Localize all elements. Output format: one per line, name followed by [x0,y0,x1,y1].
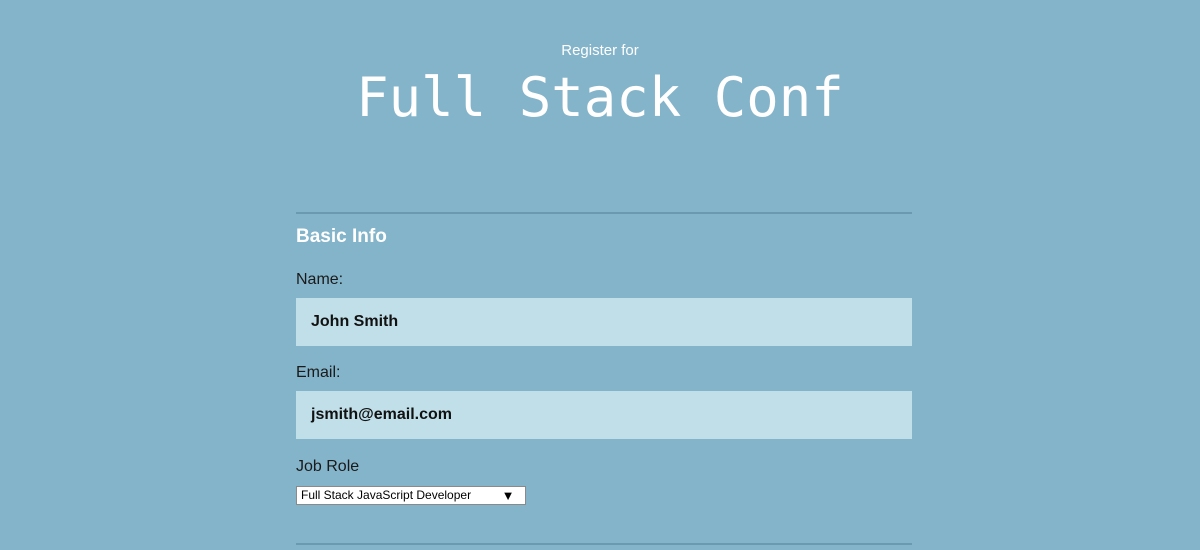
register-subtitle: Register for [561,42,639,59]
email-field-value: jsmith@email.com [311,406,452,423]
section-title-basic-info: Basic Info [296,226,387,247]
triangle-down-icon: ▼ [501,488,515,503]
registration-form: Basic Info Name: John Smith Email: jsmit… [296,212,912,545]
job-role-selected-value: Full Stack JavaScript Developer [301,488,472,502]
section-divider-top [296,212,912,214]
name-label: Name: [296,271,344,288]
job-role-label: Job Role [296,458,360,475]
name-field-value: John Smith [311,313,399,330]
section-divider-bottom [296,543,912,545]
email-label: Email: [296,364,341,381]
email-field[interactable]: jsmith@email.com [296,391,912,439]
job-role-select[interactable]: Full Stack JavaScript Developer ▼ [296,486,526,505]
name-field[interactable]: John Smith [296,298,912,346]
page-title: Full Stack Conf [356,66,844,129]
